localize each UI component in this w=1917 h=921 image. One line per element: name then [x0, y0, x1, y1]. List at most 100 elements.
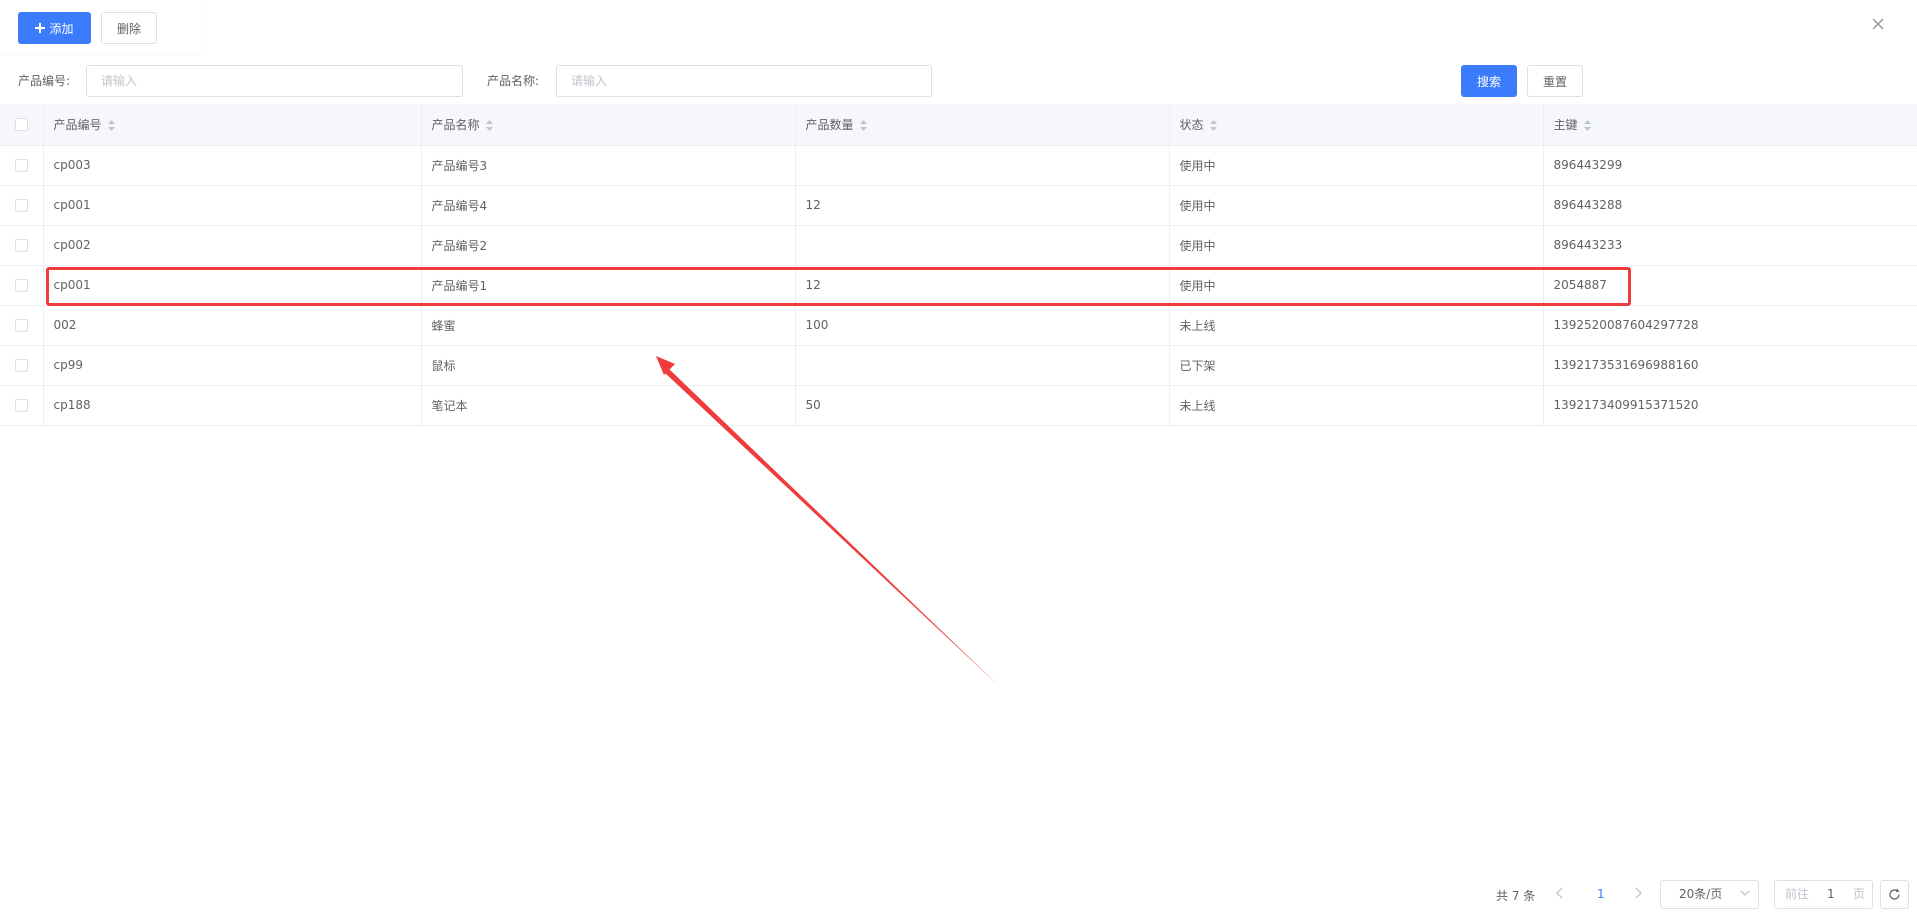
- column-header-label: 主键: [1553, 117, 1578, 132]
- page-jumper-prefix: 前往: [1785, 887, 1810, 901]
- row-checkbox[interactable]: [14, 319, 28, 332]
- row-checkbox-cell: [0, 185, 44, 226]
- cell-quantity: 100: [795, 305, 1170, 346]
- cell-code: cp001: [43, 185, 422, 226]
- cell-key: 2054887: [1543, 265, 1917, 306]
- column-header-code[interactable]: 产品编号: [43, 104, 422, 146]
- chevron-left-icon[interactable]: [1556, 887, 1564, 899]
- cell-key: 1392173409915371520: [1543, 385, 1917, 426]
- column-header-label: 产品名称: [431, 117, 480, 132]
- cell-key: 896443299: [1543, 145, 1917, 186]
- product-name-label: 产品名称:: [487, 74, 540, 88]
- sort-icon[interactable]: [859, 119, 867, 131]
- column-header-quantity[interactable]: 产品数量: [795, 104, 1170, 146]
- search-button-label: 搜索: [1476, 74, 1501, 89]
- cell-quantity: [795, 145, 1170, 186]
- cell-name: 产品编号2: [421, 225, 796, 266]
- table-row[interactable]: cp001 产品编号4 12 使用中 896443288: [0, 185, 1917, 226]
- pagination-total: 共 7 条: [1496, 889, 1536, 903]
- table-row[interactable]: cp188 笔记本 50 未上线 1392173409915371520: [0, 385, 1917, 426]
- cell-status: 未上线: [1169, 305, 1544, 346]
- sort-icon[interactable]: [485, 119, 493, 131]
- page-size-value: 20条/页: [1679, 887, 1723, 901]
- cell-status: 使用中: [1169, 185, 1544, 226]
- table-row[interactable]: cp003 产品编号3 使用中 896443299: [0, 145, 1917, 186]
- row-checkbox-cell: [0, 225, 44, 266]
- row-checkbox[interactable]: [14, 279, 28, 292]
- sort-icon[interactable]: [107, 119, 115, 131]
- cell-status: 未上线: [1169, 385, 1544, 426]
- cell-status: 使用中: [1169, 145, 1544, 186]
- refresh-icon: [1889, 888, 1900, 900]
- page-jumper: 前往 1 页: [1774, 880, 1873, 909]
- table-header-row: 产品编号 产品名称 产品数量 状态 主键: [0, 104, 1917, 146]
- chevron-down-icon: [1740, 890, 1750, 896]
- page-jumper-suffix: 页: [1853, 887, 1866, 901]
- cell-name: 蜂蜜: [421, 305, 796, 346]
- cell-code: cp99: [43, 345, 422, 386]
- product-name-input[interactable]: [556, 65, 932, 97]
- cell-name: 鼠标: [421, 345, 796, 386]
- column-header-name[interactable]: 产品名称: [421, 104, 796, 146]
- cell-status: 使用中: [1169, 225, 1544, 266]
- cell-name: 笔记本: [421, 385, 796, 426]
- cell-quantity: 12: [795, 265, 1170, 306]
- add-button-label: 添加: [49, 21, 74, 36]
- sort-icon[interactable]: [1209, 119, 1217, 131]
- delete-button[interactable]: 删除: [101, 12, 157, 44]
- column-header-label: 产品数量: [805, 117, 854, 132]
- plus-icon: [35, 23, 46, 33]
- delete-button-label: 删除: [116, 21, 141, 36]
- row-checkbox[interactable]: [14, 239, 28, 252]
- cell-quantity: [795, 345, 1170, 386]
- row-checkbox[interactable]: [14, 159, 28, 172]
- column-header-label: 状态: [1179, 117, 1204, 132]
- select-all-checkbox[interactable]: [14, 118, 28, 132]
- close-icon[interactable]: [1870, 16, 1886, 32]
- reset-button[interactable]: 重置: [1527, 65, 1583, 97]
- cell-key: 896443288: [1543, 185, 1917, 226]
- cell-quantity: 50: [795, 385, 1170, 426]
- row-checkbox[interactable]: [14, 399, 28, 412]
- cell-quantity: [795, 225, 1170, 266]
- add-button[interactable]: 添加: [18, 12, 91, 44]
- cell-key: 896443233: [1543, 225, 1917, 266]
- row-checkbox[interactable]: [14, 359, 28, 372]
- cell-code: cp188: [43, 385, 422, 426]
- row-checkbox[interactable]: [14, 199, 28, 212]
- search-button[interactable]: 搜索: [1461, 65, 1517, 97]
- pagination: 共 7 条 1 20条/页 前往 1 页: [0, 880, 1917, 910]
- pagination-page-1[interactable]: 1: [1597, 887, 1605, 901]
- cell-code: cp003: [43, 145, 422, 186]
- cell-key: 1392173531696988160: [1543, 345, 1917, 386]
- cell-status: 使用中: [1169, 265, 1544, 306]
- cell-code: cp002: [43, 225, 422, 266]
- column-header-label: 产品编号: [53, 117, 102, 132]
- cell-key: 1392520087604297728: [1543, 305, 1917, 346]
- table-row[interactable]: cp001 产品编号1 12 使用中 2054887: [0, 265, 1917, 306]
- product-table: 产品编号 产品名称 产品数量 状态 主键 cp003 产品编号3 使用中 896…: [0, 104, 1917, 426]
- cell-status: 已下架: [1169, 345, 1544, 386]
- chevron-right-icon[interactable]: [1634, 887, 1642, 899]
- cell-name: 产品编号4: [421, 185, 796, 226]
- search-form: 产品编号: 产品名称: 搜索 重置: [0, 64, 1917, 98]
- product-code-label: 产品编号:: [18, 74, 71, 88]
- cell-code: cp001: [43, 265, 422, 306]
- cell-name: 产品编号1: [421, 265, 796, 306]
- column-header-key[interactable]: 主键: [1543, 104, 1917, 146]
- cell-code: 002: [43, 305, 422, 346]
- refresh-button[interactable]: [1880, 880, 1909, 909]
- page-jumper-input[interactable]: 1: [1827, 881, 1835, 908]
- cell-name: 产品编号3: [421, 145, 796, 186]
- reset-button-label: 重置: [1542, 74, 1567, 89]
- table-row[interactable]: 002 蜂蜜 100 未上线 1392520087604297728: [0, 305, 1917, 346]
- header-checkbox-cell: [0, 104, 44, 146]
- product-code-input[interactable]: [86, 65, 463, 97]
- page-size-select[interactable]: 20条/页: [1660, 880, 1759, 909]
- cell-quantity: 12: [795, 185, 1170, 226]
- table-row[interactable]: cp002 产品编号2 使用中 896443233: [0, 225, 1917, 266]
- row-checkbox-cell: [0, 265, 44, 306]
- sort-icon[interactable]: [1583, 119, 1591, 131]
- table-row[interactable]: cp99 鼠标 已下架 1392173531696988160: [0, 345, 1917, 386]
- column-header-status[interactable]: 状态: [1169, 104, 1544, 146]
